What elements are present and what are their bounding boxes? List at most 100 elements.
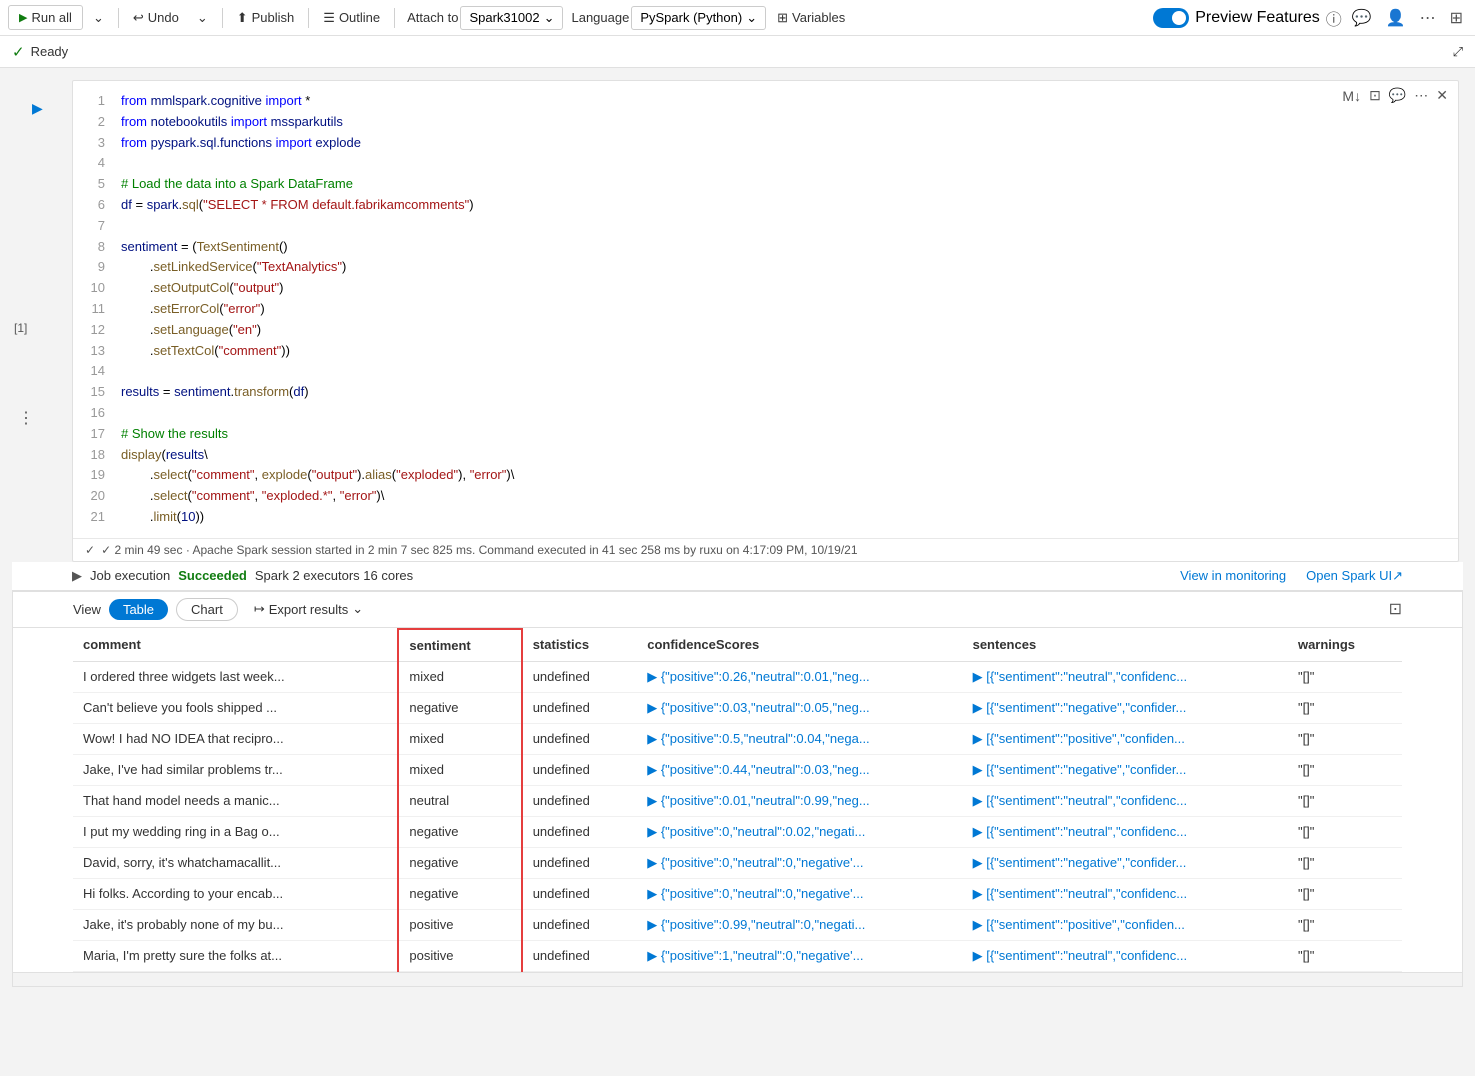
- horizontal-scrollbar[interactable]: [13, 972, 1462, 986]
- code-content[interactable]: from mmlspark.cognitive import * from no…: [113, 91, 1458, 528]
- cell-warnings: "[]": [1288, 754, 1402, 785]
- cell-comment: I put my wedding ring in a Bag o...: [73, 816, 398, 847]
- language-dropdown[interactable]: PySpark (Python) ⌄: [631, 6, 766, 30]
- cell-comment-button[interactable]: 💬: [1387, 85, 1408, 106]
- export-results-button[interactable]: ↦ Export results ⌄: [254, 601, 363, 617]
- undo-label: Undo: [148, 10, 179, 25]
- person-icon-button[interactable]: 👤: [1382, 4, 1410, 32]
- cell-confidence: ▶ {"positive":0.03,"neutral":0.05,"neg..…: [637, 692, 962, 723]
- cell-sentiment: mixed: [398, 723, 521, 754]
- cell-sentences: ▶ [{"sentiment":"negative","confider...: [963, 692, 1288, 723]
- cell-sentiment: neutral: [398, 785, 521, 816]
- outline-icon: ☰: [323, 10, 335, 26]
- cell-bottom-dots-button[interactable]: ⋮: [12, 404, 40, 432]
- cell-comment: Hi folks. According to your encab...: [73, 878, 398, 909]
- toolbar-right: Preview Features ⓘ 💬 👤 ⋯ ⊞: [1149, 4, 1467, 32]
- table-row: Maria, I'm pretty sure the folks at... p…: [73, 940, 1402, 971]
- undo-dropdown-button[interactable]: ⌄: [85, 6, 112, 30]
- cell-sentences: ▶ [{"sentiment":"positive","confiden...: [963, 723, 1288, 754]
- results-table: comment sentiment statistics confidenceS…: [73, 628, 1402, 972]
- notebook-outer: ▶ [1] M↓ ⊡ 💬 ⋯ ✕ 12345 678910 1112131415…: [12, 80, 1463, 562]
- export-icon: ↦: [254, 601, 265, 617]
- publish-icon: ⬆: [237, 10, 248, 26]
- cell-sentiment: negative: [398, 847, 521, 878]
- attach-to-dropdown[interactable]: Spark31002 ⌄: [460, 6, 563, 30]
- cell-confidence: ▶ {"positive":0,"neutral":0,"negative'..…: [637, 847, 962, 878]
- main-toolbar: ▶ Run all ⌄ ↩ Undo ⌄ ⬆ Publish ☰ Outline…: [0, 0, 1475, 36]
- cell-sentiment: positive: [398, 909, 521, 940]
- results-toolbar: View Table Chart ↦ Export results ⌄ ⊡: [13, 592, 1462, 628]
- table-row: That hand model needs a manic... neutral…: [73, 785, 1402, 816]
- separator-1: [118, 8, 119, 28]
- results-toolbar-right: ⊡: [1389, 599, 1402, 619]
- table-row: I ordered three widgets last week... mix…: [73, 661, 1402, 692]
- table-tab-button[interactable]: Table: [109, 599, 168, 620]
- table-row: Jake, I've had similar problems tr... mi…: [73, 754, 1402, 785]
- open-spark-ui-link[interactable]: Open Spark UI↗: [1306, 568, 1403, 584]
- data-table-wrap: comment sentiment statistics confidenceS…: [13, 628, 1462, 972]
- cell-statistics: undefined: [522, 816, 638, 847]
- cell-statistics: undefined: [522, 940, 638, 971]
- export-chevron: ⌄: [352, 601, 363, 617]
- cell-confidence: ▶ {"positive":0.99,"neutral":0,"negati..…: [637, 909, 962, 940]
- exec-check-icon: ✓: [85, 543, 95, 557]
- cell-statistics: undefined: [522, 661, 638, 692]
- job-execution-label: Job execution: [90, 568, 170, 583]
- table-row: I put my wedding ring in a Bag o... nega…: [73, 816, 1402, 847]
- cell-run-area: ▶: [32, 100, 43, 118]
- cell-markdown-button[interactable]: M↓: [1340, 86, 1363, 106]
- cell-confidence: ▶ {"positive":0.26,"neutral":0.01,"neg..…: [637, 661, 962, 692]
- cell-more-button[interactable]: ⋯: [1412, 85, 1430, 106]
- col-header-warnings: warnings: [1288, 629, 1402, 662]
- outline-button[interactable]: ☰ Outline: [315, 6, 388, 30]
- cell-sentences: ▶ [{"sentiment":"negative","confider...: [963, 754, 1288, 785]
- undo-button[interactable]: ↩ Undo: [125, 6, 187, 30]
- cell-play-button[interactable]: ▶: [32, 100, 43, 117]
- table-row: Wow! I had NO IDEA that recipro... mixed…: [73, 723, 1402, 754]
- col-header-statistics: statistics: [522, 629, 638, 662]
- job-expand-icon: ▶: [72, 568, 82, 584]
- results-grid-icon-button[interactable]: ⊡: [1389, 599, 1402, 619]
- cell-warnings: "[]": [1288, 940, 1402, 971]
- run-all-button[interactable]: ▶ Run all: [8, 5, 83, 30]
- cell-close-button[interactable]: ✕: [1434, 85, 1450, 106]
- run-all-label: Run all: [31, 10, 71, 25]
- undo-more-button[interactable]: ⌄: [189, 6, 216, 30]
- chart-tab-button[interactable]: Chart: [176, 598, 238, 621]
- cell-split-button[interactable]: ⊡: [1367, 85, 1383, 106]
- variables-icon: ⊞: [777, 10, 788, 26]
- cell-warnings: "[]": [1288, 661, 1402, 692]
- status-right-expand: ⤢: [1453, 44, 1463, 60]
- info-icon: ⓘ: [1326, 6, 1342, 30]
- separator-4: [394, 8, 395, 28]
- cell-sentences: ▶ [{"sentiment":"neutral","confidenc...: [963, 878, 1288, 909]
- outline-label: Outline: [339, 10, 380, 25]
- cell-comment: Can't believe you fools shipped ...: [73, 692, 398, 723]
- job-bar: ▶ Job execution Succeeded Spark 2 execut…: [12, 562, 1463, 591]
- cell-sentiment: mixed: [398, 754, 521, 785]
- cell-sentiment: negative: [398, 816, 521, 847]
- chat-icon-button[interactable]: 💬: [1348, 4, 1376, 32]
- attach-to-label: Attach to: [407, 10, 458, 25]
- table-row: Hi folks. According to your encab... neg…: [73, 878, 1402, 909]
- publish-button[interactable]: ⬆ Publish: [229, 6, 303, 30]
- publish-label: Publish: [252, 10, 295, 25]
- more-options-button[interactable]: ⋯: [1416, 4, 1440, 32]
- variables-button[interactable]: ⊞ Variables: [768, 6, 854, 30]
- cell-confidence: ▶ {"positive":0,"neutral":0,"negative'..…: [637, 878, 962, 909]
- status-ready-label: Ready: [31, 44, 69, 59]
- execution-info: ✓ ✓ 2 min 49 sec · Apache Spark session …: [73, 538, 1458, 561]
- cell-bottom-options: ⋮: [12, 404, 40, 432]
- expand-button[interactable]: ⊞: [1446, 4, 1467, 32]
- preview-features-toggle[interactable]: [1153, 8, 1189, 28]
- view-monitoring-link[interactable]: View in monitoring: [1180, 568, 1286, 583]
- chevron-down-icon-3: ⌄: [544, 10, 555, 26]
- preview-features-label: Preview Features: [1195, 9, 1320, 27]
- language-label: Language: [571, 10, 629, 25]
- export-results-label: Export results: [269, 602, 348, 617]
- cell-statistics: undefined: [522, 692, 638, 723]
- cell-confidence: ▶ {"positive":0.01,"neutral":0.99,"neg..…: [637, 785, 962, 816]
- cell-warnings: "[]": [1288, 909, 1402, 940]
- preview-toggle-section: Preview Features ⓘ: [1153, 6, 1342, 30]
- cell-warnings: "[]": [1288, 723, 1402, 754]
